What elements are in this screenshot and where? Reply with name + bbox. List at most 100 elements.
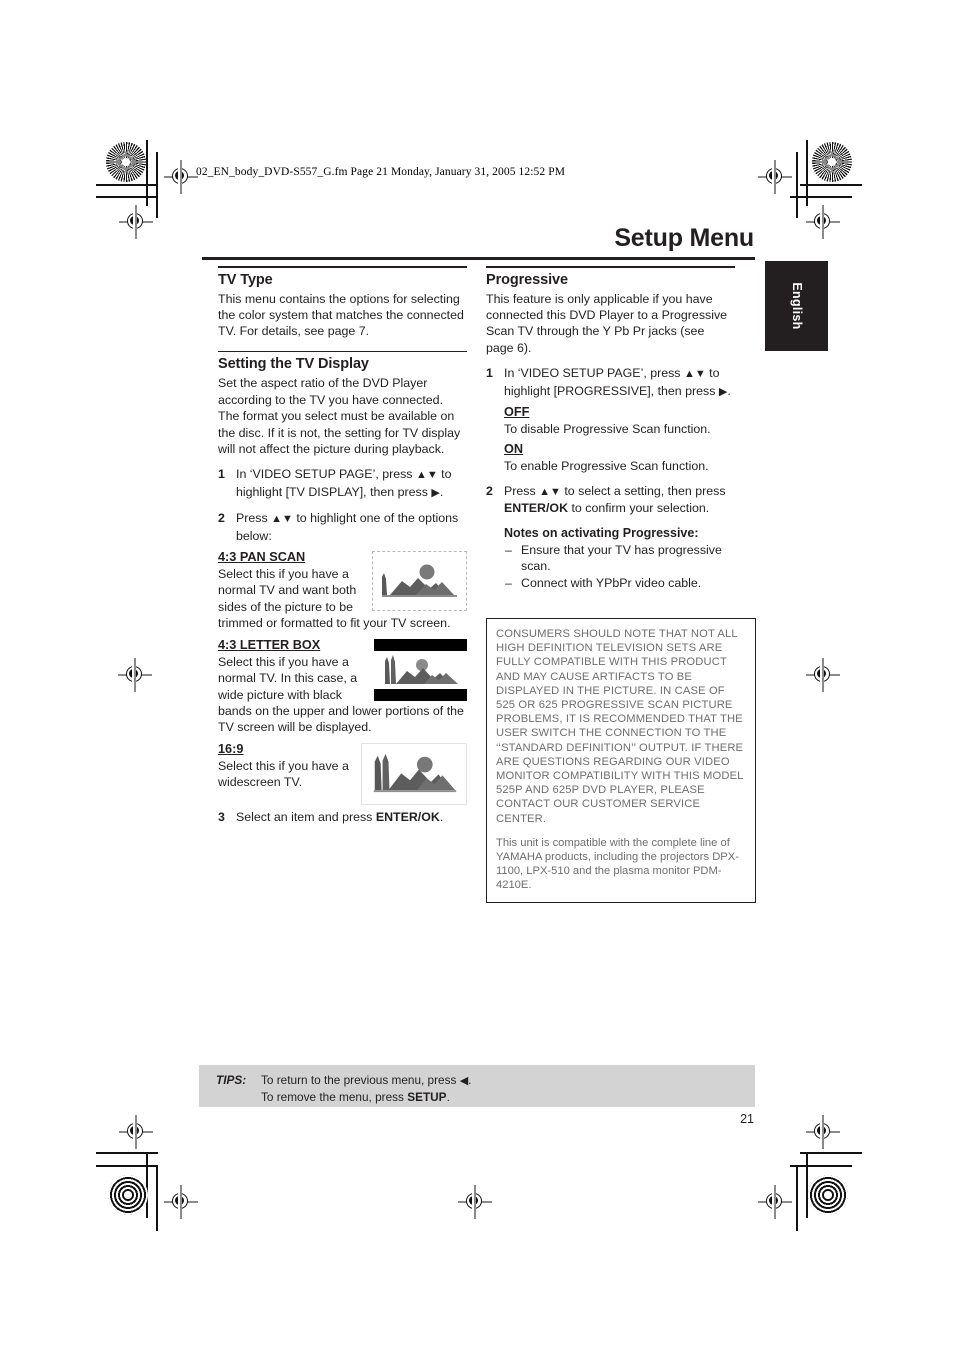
starburst-mark-top-right: [812, 142, 852, 182]
note-item: – Connect with YPbPr video cable.: [504, 575, 735, 591]
option-title-16-9: 16:9: [218, 741, 244, 756]
tv-type-body: This menu contains the options for selec…: [218, 291, 464, 339]
crop-mark-bottom-left-h: [96, 1152, 158, 1154]
step-number: 1: [218, 467, 225, 482]
widescreen-scene-icon: [373, 753, 457, 792]
legal-notice-box: CONSUMERS SHOULD NOTE THAT NOT ALL HIGH …: [486, 618, 756, 903]
letter-box-band-bottom: [374, 688, 467, 701]
option-text-off: To disable Progressive Scan function.: [504, 422, 711, 437]
step-text-a: Press: [236, 511, 272, 526]
crop-mark-top-right-v2: [796, 152, 798, 218]
page-number: 21: [740, 1112, 754, 1126]
setup-label: SETUP: [407, 1089, 447, 1104]
step-number: 2: [486, 483, 493, 498]
step-text-b: .: [439, 809, 444, 824]
step-text-a: In ‘VIDEO SETUP PAGE’, press: [236, 467, 416, 482]
updown-arrow-icon: ▲▼: [415, 469, 438, 482]
step-number: 2: [218, 511, 225, 526]
step-number: 1: [486, 366, 493, 381]
tips-line-1-text: To return to the previous menu, press: [261, 1073, 460, 1087]
registration-mark-right-middle: [806, 658, 840, 692]
option-block-letter-box: 4:3 LETTER BOX Select this if you have a…: [218, 636, 467, 736]
dash-bullet-icon: –: [505, 542, 512, 557]
registration-mark-left-lower: [119, 1115, 153, 1149]
page-title: Setup Menu: [614, 224, 754, 252]
page-title-rule: [202, 257, 755, 261]
registration-mark-bottom-left: [164, 1185, 198, 1219]
crop-mark-bottom-left-h2: [96, 1165, 158, 1167]
step-text-c: to confirm your selection.: [568, 501, 710, 516]
tv-display-step-3: 3 Select an item and press ENTER/OK.: [218, 809, 467, 825]
registration-mark-bottom-center: [458, 1185, 492, 1219]
progressive-step-1: 1 In ‘VIDEO SETUP PAGE’, press ▲▼ to hig…: [486, 365, 735, 400]
language-tab-label: English: [789, 282, 804, 330]
crop-mark-top-left-v2: [156, 152, 158, 218]
step-number: 3: [218, 809, 225, 824]
enter-ok-label: ENTER/OK: [375, 809, 440, 824]
registration-mark-bottom-right: [758, 1185, 792, 1219]
step-text-a: In ‘VIDEO SETUP PAGE’, press: [504, 366, 684, 381]
crop-mark-bottom-right-h: [800, 1152, 862, 1154]
crop-mark-top-left-h2: [96, 196, 158, 198]
right-arrow-icon: ▶: [431, 486, 440, 499]
tv-display-step-2: 2 Press ▲▼ to highlight one of the optio…: [218, 510, 467, 544]
tv-display-heading: Setting the TV Display: [218, 356, 369, 373]
registration-mark-top-left: [164, 160, 198, 194]
option-text-on: To enable Progressive Scan function.: [504, 459, 709, 474]
progressive-heading: Progressive: [486, 271, 568, 288]
tips-line-1: To return to the previous menu, press ◀.: [261, 1073, 471, 1090]
tips-label: TIPS:: [216, 1073, 247, 1087]
legal-paragraph-2: This unit is compatible with the complet…: [496, 836, 739, 892]
tv-display-body: Set the aspect ratio of the DVD Player a…: [218, 376, 461, 457]
progressive-options: OFF To disable Progressive Scan function…: [486, 403, 735, 475]
step-text-c: .: [727, 383, 731, 398]
tips-line-2-text: To remove the menu, press: [261, 1089, 408, 1104]
step-text-c: .: [439, 484, 444, 499]
tv-display-rule: [218, 350, 467, 353]
option-title-pan-scan: 4:3 PAN SCAN: [218, 550, 306, 565]
tips-line-2: To remove the menu, press SETUP.: [261, 1090, 471, 1106]
updown-arrow-icon: ▲▼: [271, 513, 293, 526]
tips-line-2-end: .: [446, 1089, 450, 1104]
starburst-mark-top-left: [106, 142, 146, 182]
right-column: Progressive This feature is only applica…: [486, 266, 735, 593]
option-title-off: OFF: [504, 405, 530, 420]
tips-bar: TIPS: To return to the previous menu, pr…: [199, 1065, 755, 1107]
step-text-a: Select an item and press: [236, 809, 376, 824]
tips-lines: To return to the previous menu, press ◀.…: [261, 1073, 471, 1105]
figure-pan-scan: [372, 551, 467, 612]
file-stamp: 02_EN_body_DVD-S557_G.fm Page 21 Monday,…: [196, 166, 566, 178]
tv-type-heading: TV Type: [218, 271, 273, 288]
crop-mark-top-right-h2: [790, 196, 852, 198]
pan-scan-crop-frame: [372, 551, 467, 612]
notes-heading: Notes on activating Progressive:: [504, 525, 699, 540]
updown-arrow-icon: ▲▼: [683, 368, 706, 381]
legal-paragraph-1: CONSUMERS SHOULD NOTE THAT NOT ALL HIGH …: [496, 628, 744, 825]
crop-mark-bottom-right-h2: [790, 1165, 852, 1167]
crop-mark-top-left-h: [96, 184, 158, 186]
letter-box-band-top: [374, 638, 467, 651]
note-text: Connect with YPbPr video cable.: [521, 576, 702, 591]
progressive-body: This feature is only applicable if you h…: [486, 291, 728, 355]
tips-line-1-end: .: [468, 1073, 472, 1087]
left-arrow-icon: ◀: [459, 1075, 469, 1087]
step-text-b: to select a setting, then press: [560, 483, 726, 498]
crop-mark-bottom-left-v: [146, 1152, 148, 1218]
registration-mark-left-upper: [119, 205, 153, 239]
option-title-letter-box: 4:3 LETTER BOX: [218, 637, 321, 652]
figure-letter-box: [374, 638, 467, 701]
crop-mark-bottom-right-v: [806, 1152, 808, 1218]
note-item: – Ensure that your TV has progressive sc…: [504, 542, 735, 575]
note-text: Ensure that your TV has progressive scan…: [521, 542, 722, 574]
registration-mark-right-upper: [806, 205, 840, 239]
figure-16-9: [361, 742, 467, 805]
starburst-mark-bottom-right: [808, 1175, 848, 1215]
registration-mark-top-right: [758, 160, 792, 194]
dash-bullet-icon: –: [505, 576, 512, 591]
tv-type-rule: [218, 266, 467, 268]
enter-ok-label: ENTER/OK: [504, 501, 569, 516]
starburst-mark-bottom-left: [108, 1175, 148, 1215]
progressive-rule: [486, 266, 735, 268]
option-block-16-9: 16:9 Select this if you have a widescree…: [218, 740, 467, 805]
updown-arrow-icon: ▲▼: [539, 485, 561, 498]
